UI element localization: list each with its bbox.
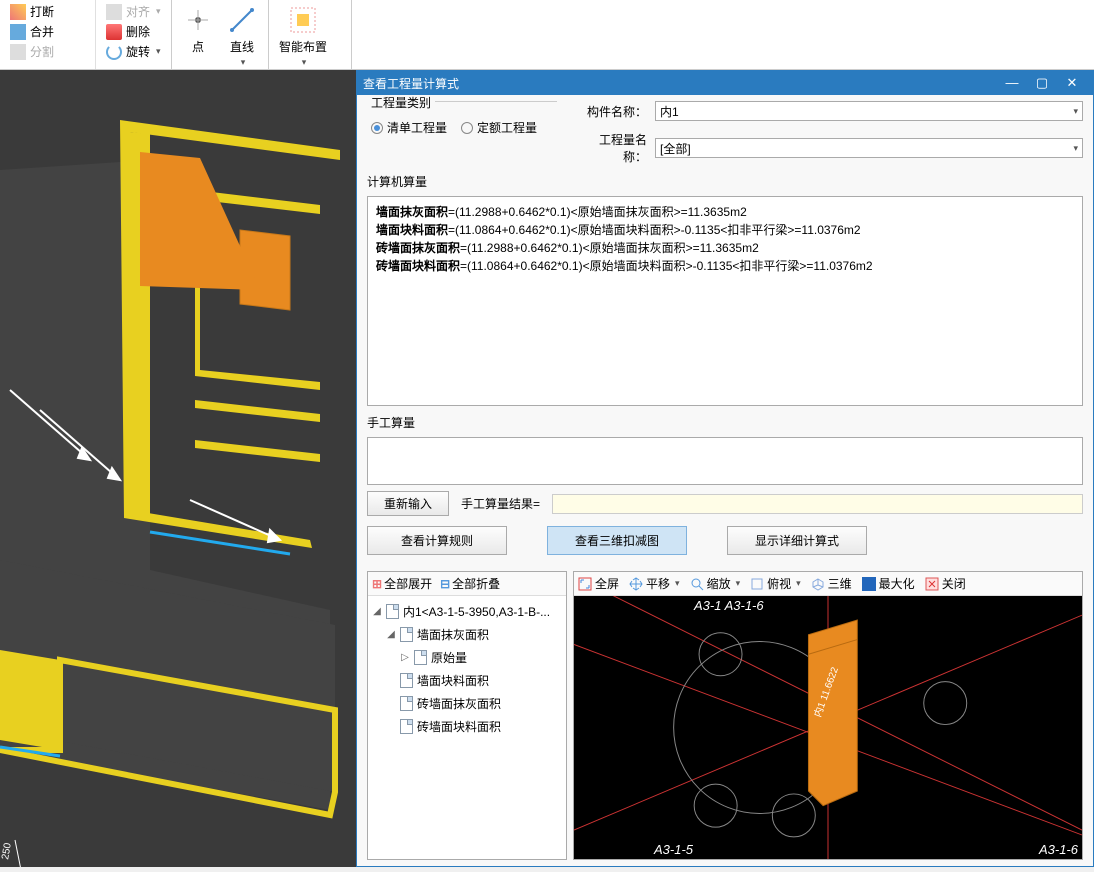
- view-3d-deduct-button[interactable]: 查看三维扣减图: [547, 526, 687, 555]
- plus-icon: ⊞: [372, 577, 382, 591]
- grid-label-bl: A3-1-5: [654, 842, 693, 857]
- file-icon: [414, 650, 427, 665]
- manual-calc-input[interactable]: [367, 437, 1083, 485]
- close-3d-button[interactable]: 关闭: [925, 575, 966, 592]
- minus-icon: ⊟: [440, 577, 450, 591]
- file-icon: [386, 604, 399, 619]
- merge-button[interactable]: 合并: [8, 22, 87, 41]
- main-3d-viewport[interactable]: 250 8100: [0, 70, 356, 867]
- dialog-title: 查看工程量计算式: [363, 75, 997, 92]
- point-button[interactable]: 点: [180, 2, 216, 57]
- max-icon: [862, 577, 876, 591]
- calculation-dialog: 查看工程量计算式 — ▢ ✕ 工程量类别 清单工程量 定额工程量 构件名称： 内…: [356, 70, 1094, 867]
- component-name-select[interactable]: 内1▾: [655, 101, 1083, 121]
- tree-node-brick-tile[interactable]: 砖墙面块料面积: [370, 715, 564, 738]
- component-name-label: 构件名称：: [577, 103, 647, 120]
- file-icon: [400, 696, 413, 711]
- point-icon: [182, 4, 214, 36]
- tree-node-plaster[interactable]: ◢墙面抹灰面积: [370, 623, 564, 646]
- merge-icon: [10, 24, 26, 40]
- reenter-button[interactable]: 重新输入: [367, 491, 449, 516]
- break-button[interactable]: 打断: [8, 2, 87, 21]
- tree-root[interactable]: ◢内1<A3-1-5-3950,A3-1-B-...: [370, 600, 564, 623]
- delete-icon: [106, 24, 122, 40]
- iso-button[interactable]: 三维: [811, 575, 852, 592]
- delete-button[interactable]: 删除: [104, 22, 163, 41]
- computer-calc-label: 计算机算量: [367, 173, 1083, 190]
- fullscreen-button[interactable]: 全屏: [578, 575, 619, 592]
- align-icon: [106, 4, 122, 20]
- view-rule-button[interactable]: 查看计算规则: [367, 526, 507, 555]
- deduction-3d-panel: 全屏 平移 缩放 俯视 三维 最大化 关闭: [573, 571, 1083, 860]
- topview-icon: [750, 577, 764, 591]
- close-button[interactable]: ✕: [1057, 75, 1087, 91]
- quota-quantity-radio[interactable]: 定额工程量: [461, 119, 537, 136]
- pan-button[interactable]: 平移: [629, 575, 680, 592]
- topview-button[interactable]: 俯视: [750, 575, 801, 592]
- ribbon-toolbar: 打断 合并 分割 对齐▾ 删除 旋转 点 直线 绘图 智能布置 墙面二次编辑: [0, 0, 1094, 70]
- deduction-3d-canvas[interactable]: 内1 11.6622 A3-1 A3-1-6 A3-1-5 A3-1-6: [574, 596, 1082, 859]
- zoom-icon: [690, 577, 704, 591]
- quantity-name-label: 工程量名称：: [577, 131, 647, 165]
- grid-label-tl: A3-1 A3-1-6: [694, 598, 764, 613]
- tree-panel: ⊞全部展开 ⊟全部折叠 ◢内1<A3-1-5-3950,A3-1-B-... ◢…: [367, 571, 567, 860]
- iso-icon: [811, 577, 825, 591]
- file-icon: [400, 673, 413, 688]
- close-icon: [925, 577, 939, 591]
- rotate-button[interactable]: 旋转: [104, 42, 163, 61]
- split-icon: [10, 44, 26, 60]
- expand-all-button[interactable]: ⊞全部展开: [372, 575, 432, 592]
- tree-node-original[interactable]: ▷原始量: [370, 646, 564, 669]
- break-icon: [10, 4, 26, 20]
- line-icon: [226, 4, 258, 36]
- grid-label-br: A3-1-6: [1039, 842, 1078, 857]
- collapse-all-button[interactable]: ⊟全部折叠: [440, 575, 500, 592]
- manual-result-label: 手工算量结果=: [461, 495, 540, 512]
- dialog-titlebar[interactable]: 查看工程量计算式 — ▢ ✕: [357, 71, 1093, 95]
- fullscreen-icon: [578, 577, 592, 591]
- pan-icon: [629, 577, 643, 591]
- show-detail-button[interactable]: 显示详细计算式: [727, 526, 867, 555]
- category-legend: 工程量类别: [367, 95, 435, 111]
- list-quantity-radio[interactable]: 清单工程量: [371, 119, 447, 136]
- zoom-button[interactable]: 缩放: [690, 575, 741, 592]
- file-icon: [400, 719, 413, 734]
- manual-calc-label: 手工算量: [367, 414, 1083, 431]
- dim-left: 250: [0, 842, 14, 861]
- line-button[interactable]: 直线: [224, 2, 260, 70]
- smart-layout-button[interactable]: 智能布置: [277, 2, 329, 70]
- file-icon: [400, 627, 413, 642]
- computer-calc-box[interactable]: 墙面抹灰面积=(11.2988+0.6462*0.1)<原始墙面抹灰面积>=11…: [367, 196, 1083, 406]
- minimize-button[interactable]: —: [997, 75, 1027, 91]
- tree-node-tile[interactable]: 墙面块料面积: [370, 669, 564, 692]
- smart-layout-icon: [287, 4, 319, 36]
- split-button: 分割: [8, 42, 87, 61]
- rotate-icon: [106, 44, 122, 60]
- align-button: 对齐▾: [104, 2, 163, 21]
- maximize-button[interactable]: ▢: [1027, 75, 1057, 91]
- quantity-name-select[interactable]: [全部]▾: [655, 138, 1083, 158]
- manual-result-value[interactable]: [552, 494, 1083, 514]
- tree-node-brick-plaster[interactable]: 砖墙面抹灰面积: [370, 692, 564, 715]
- max-button[interactable]: 最大化: [862, 575, 915, 592]
